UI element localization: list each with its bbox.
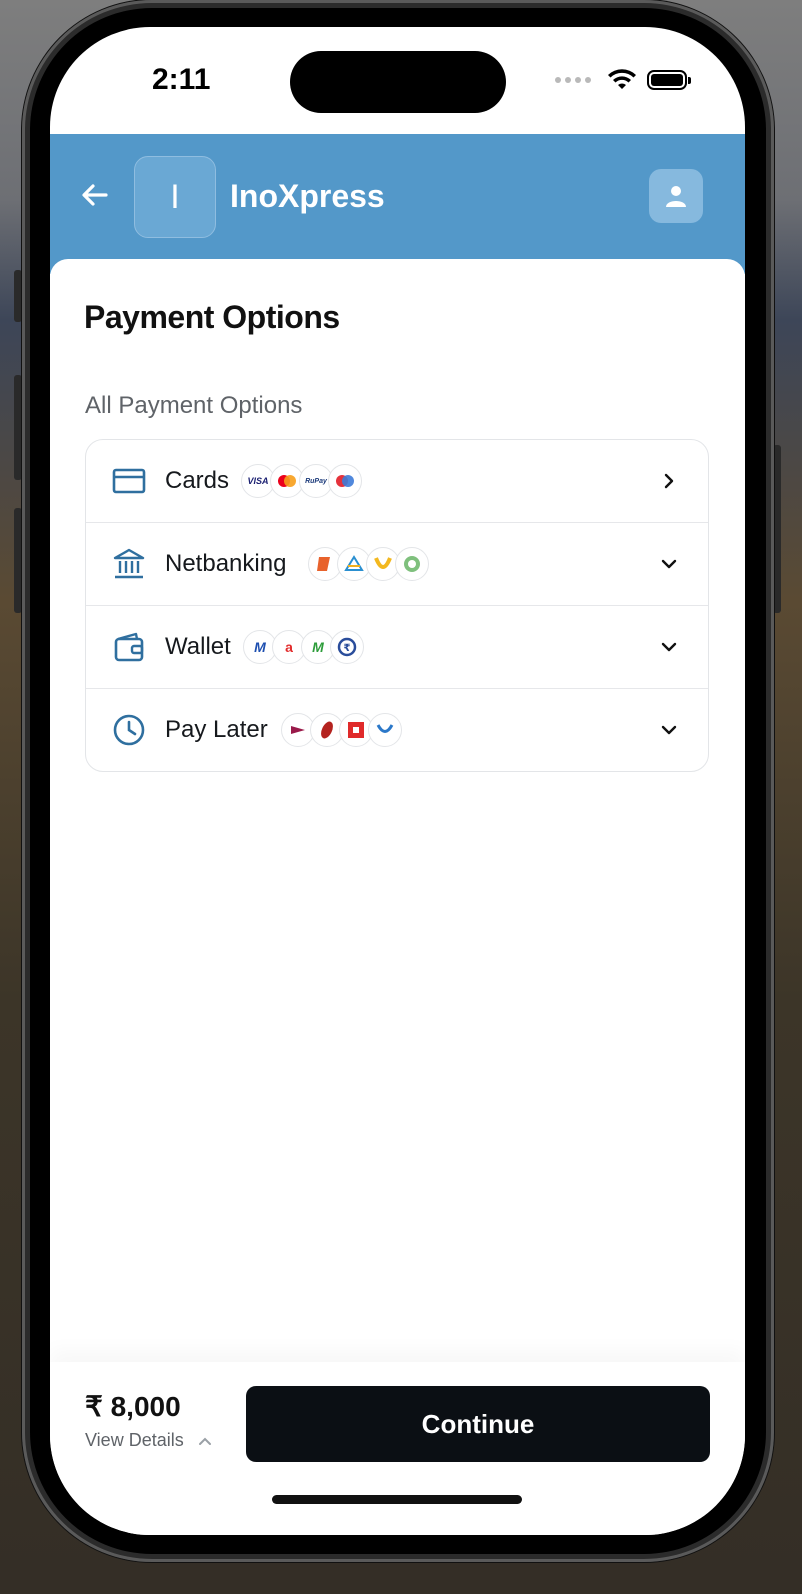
app-logo: I xyxy=(134,156,216,238)
payment-options-list: Cards VISA RuPay Netbanking Wallet M a M… xyxy=(85,439,709,772)
chevron-right-icon xyxy=(664,473,674,489)
app-logo-letter: I xyxy=(170,177,180,216)
volume-up-button xyxy=(14,375,22,480)
credit-card-icon xyxy=(112,468,146,494)
screen: 2:11 I InoXpress Payment Options All Pay… xyxy=(50,27,745,1535)
power-button xyxy=(773,445,781,613)
status-icons xyxy=(555,69,691,91)
option-label: Wallet xyxy=(165,633,231,660)
app-header: I InoXpress xyxy=(50,134,745,274)
svg-text:₹: ₹ xyxy=(344,643,351,654)
chevron-up-icon xyxy=(198,1437,211,1445)
page-title: Payment Options xyxy=(84,299,340,335)
payment-option-wallet[interactable]: Wallet M a M ₹ xyxy=(86,606,708,689)
continue-button[interactable]: Continue xyxy=(246,1386,710,1462)
card-network-logos: VISA RuPay xyxy=(241,464,362,498)
pay-later-logos xyxy=(281,713,402,747)
view-details-toggle[interactable]: View Details xyxy=(85,1430,212,1451)
user-icon xyxy=(666,186,686,207)
paylater-logo-4 xyxy=(368,713,402,747)
wallet-logos: M a M ₹ xyxy=(243,630,364,664)
checkout-bar: ₹ 8,000 View Details Continue xyxy=(50,1362,745,1535)
payment-option-pay-later[interactable]: Pay Later xyxy=(86,689,708,771)
bank-logo-4 xyxy=(395,547,429,581)
option-label: Netbanking xyxy=(165,550,287,577)
maestro-logo xyxy=(328,464,362,498)
option-label: Cards xyxy=(165,467,230,494)
profile-button[interactable] xyxy=(649,169,703,223)
home-indicator xyxy=(272,1495,522,1504)
back-arrow-icon[interactable] xyxy=(78,178,112,212)
view-details-label: View Details xyxy=(85,1430,184,1450)
volume-down-button xyxy=(14,508,22,613)
bank-icon xyxy=(113,548,145,579)
wifi-icon xyxy=(608,69,636,89)
dynamic-island xyxy=(290,51,506,113)
total-amount: ₹ 8,000 xyxy=(85,1391,181,1422)
chevron-down-icon xyxy=(661,725,677,735)
wallet-icon xyxy=(114,632,144,662)
status-time: 2:11 xyxy=(152,63,211,96)
battery-icon xyxy=(647,70,691,90)
wallet-logo-4: ₹ xyxy=(330,630,364,664)
section-label: All Payment Options xyxy=(85,392,303,419)
clock-icon xyxy=(113,714,145,746)
payment-option-netbanking[interactable]: Netbanking xyxy=(86,523,708,606)
bank-logos xyxy=(308,547,429,581)
brand-name: InoXpress xyxy=(230,178,385,214)
cellular-signal-icon xyxy=(555,77,591,83)
side-button xyxy=(14,270,22,322)
option-label: Pay Later xyxy=(165,716,268,743)
chevron-down-icon xyxy=(661,642,677,652)
chevron-down-icon xyxy=(661,559,677,569)
main-content: Payment Options All Payment Options Card… xyxy=(50,259,745,1359)
payment-option-cards[interactable]: Cards VISA RuPay xyxy=(86,440,708,523)
